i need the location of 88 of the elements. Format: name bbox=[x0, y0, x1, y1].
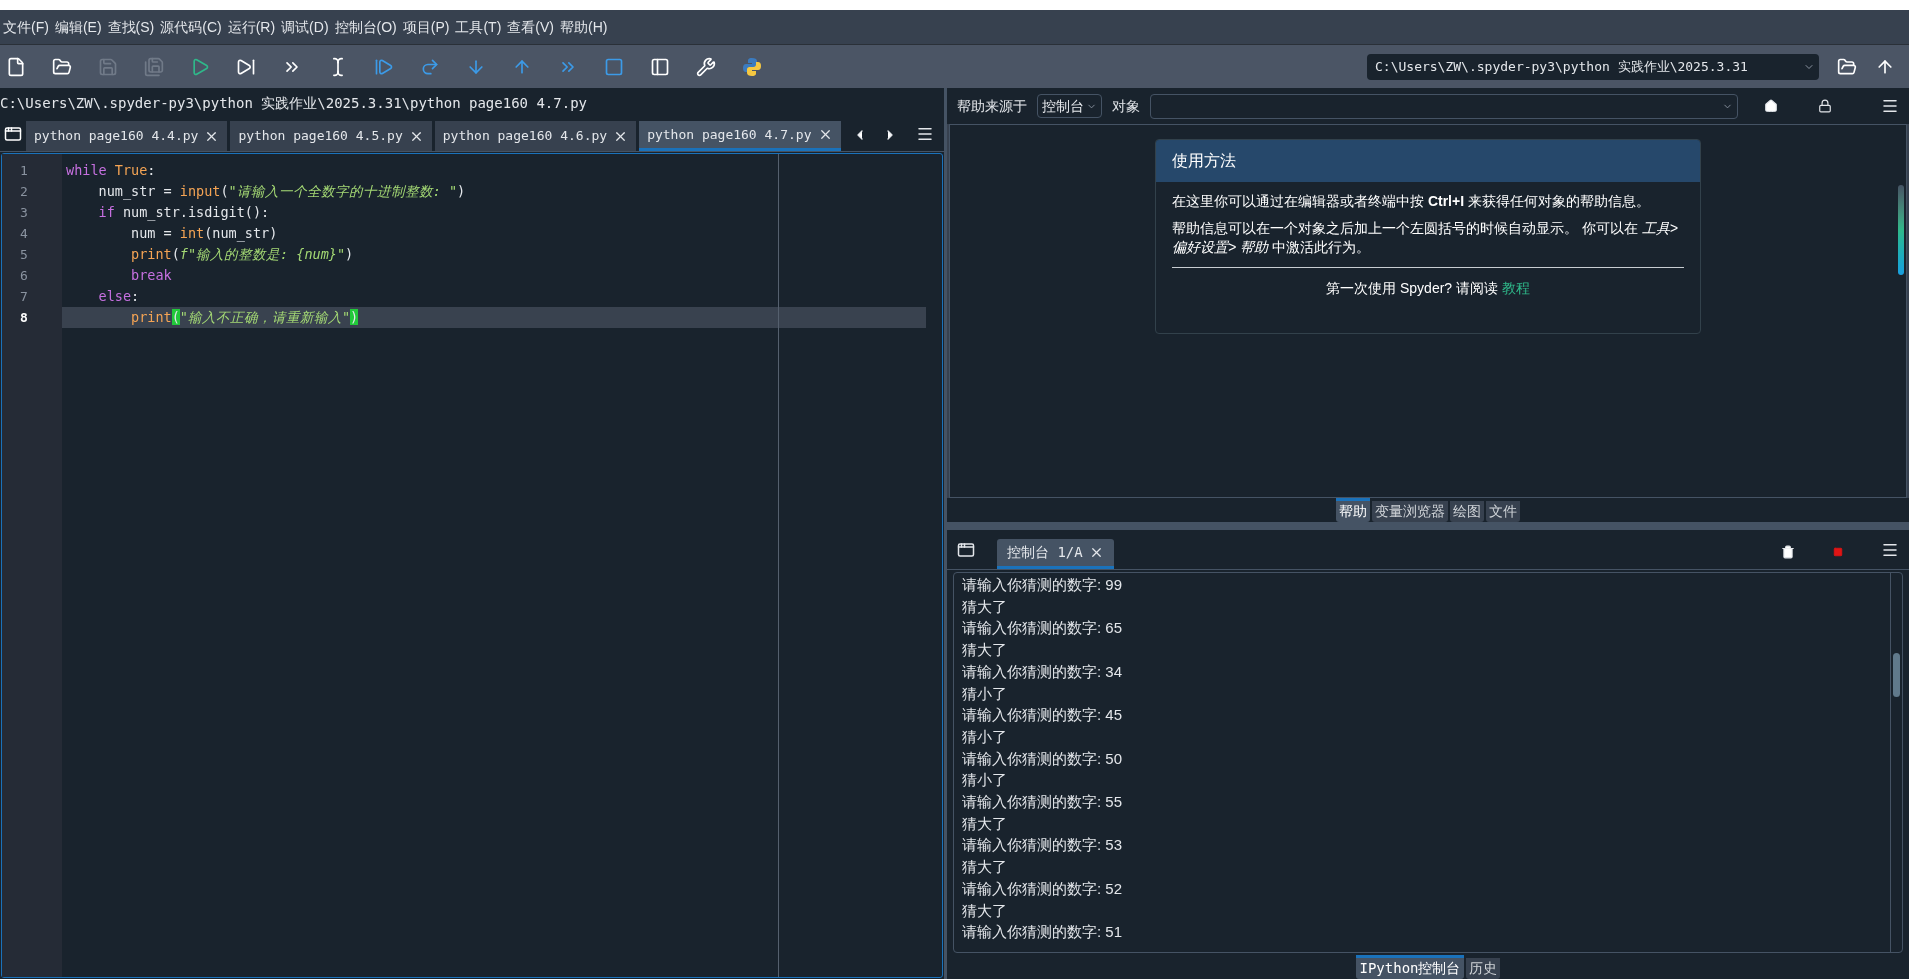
menu-item[interactable]: 项目(P) bbox=[399, 16, 453, 38]
menu-item[interactable]: 帮助(H) bbox=[557, 16, 611, 38]
browse-tabs-icon[interactable] bbox=[957, 541, 975, 559]
line-number: 8 bbox=[19, 309, 29, 327]
file-tab[interactable]: python page160 4.7.py bbox=[639, 121, 841, 151]
menu-item[interactable]: 运行(R) bbox=[224, 16, 279, 38]
menu-item[interactable]: 查找(S) bbox=[104, 16, 158, 38]
tutorial-prompt: 第一次使用 Spyder? 请阅读 bbox=[1326, 280, 1499, 296]
code-line: break bbox=[130, 266, 173, 285]
file-tab[interactable]: python page160 4.4.py bbox=[26, 121, 228, 151]
folder-icon[interactable] bbox=[52, 56, 72, 77]
console-line: 猜小了 bbox=[962, 683, 1008, 704]
menu-item[interactable]: 编辑(E) bbox=[51, 16, 105, 38]
line-number: 6 bbox=[19, 267, 29, 285]
console-line: 请输入你猜测的数字: 45 bbox=[962, 705, 1124, 726]
help-source-label: 帮助来源于 bbox=[957, 96, 1027, 116]
code-editor[interactable]: 1 2 3 4 5 6 7 8 while True: num_str = input("请输入一个全数字的十进制整数: ") if num_str.isdigit(): num = int(num_str) print(f"输入的整数是: {num}") break else: print("输入不正确，请重新输入") bbox=[1, 153, 943, 978]
line-number: 2 bbox=[19, 183, 29, 201]
python-logo-icon[interactable] bbox=[742, 56, 762, 77]
scrollbar[interactable] bbox=[1890, 573, 1902, 952]
source-dropdown[interactable]: 控制台 bbox=[1037, 94, 1102, 118]
code-line: num_str = input("请输入一个全数字的十进制整数: ") bbox=[97, 182, 467, 202]
code-line: else: bbox=[97, 287, 141, 306]
console-line: 猜小了 bbox=[962, 770, 1008, 791]
pane-icon[interactable] bbox=[650, 56, 670, 77]
tutorial-link[interactable]: 教程 bbox=[1501, 280, 1530, 296]
console-line: 请输入你猜测的数字: 50 bbox=[962, 748, 1124, 769]
menu-icon[interactable] bbox=[1881, 541, 1899, 559]
help-paragraph: 在这里你可以通过在编辑器或者终端中按 Ctrl+I 来获得任何对象的帮助信息。 bbox=[1172, 192, 1651, 211]
console-output[interactable]: 请输入你猜测的数字: 99 猜大了 请输入你猜测的数字: 65 猜大了 请输入你猜测的数字: 34 猜小了 请输入你猜测的数字: 45 猜小了 请输入你猜测的数字: 50 猜小了 请输入你猜测的数字: 55 猜大了 请输入你猜测的数字: 53 猜大了 请输入你猜测的数字: 52 猜大了 请输入你猜测的数字: 51 bbox=[953, 572, 1903, 953]
memory-gauge-icon bbox=[1898, 185, 1904, 275]
console-tab[interactable]: 控制台 1/A bbox=[997, 539, 1114, 569]
pane-tab[interactable]: 文件 bbox=[1486, 501, 1520, 522]
debug-icon[interactable] bbox=[374, 56, 394, 77]
line-number: 5 bbox=[19, 246, 29, 264]
menu-item[interactable]: 查看(V) bbox=[504, 16, 557, 38]
pane-tab[interactable]: IPython控制台 bbox=[1356, 955, 1464, 979]
console-line: 猜小了 bbox=[962, 726, 1008, 747]
menu-item[interactable]: 工具(T) bbox=[452, 16, 505, 38]
console-line: 猜大了 bbox=[962, 857, 1008, 878]
code-line: print(f"输入的整数是: {num}") bbox=[130, 245, 355, 264]
console-line: 请输入你猜测的数字: 53 bbox=[962, 835, 1124, 856]
home-icon[interactable] bbox=[1764, 99, 1778, 113]
menu-item[interactable]: 源代码(C) bbox=[157, 16, 225, 38]
file-path: C:\Users\ZW\.spyder-py3\python 实践作业\2025.3.31\python page160 4.7.py bbox=[0, 93, 588, 113]
pane-tab[interactable]: 帮助 bbox=[1336, 498, 1370, 522]
object-field[interactable] bbox=[1150, 93, 1738, 119]
pane-tab[interactable]: 历史 bbox=[1465, 958, 1500, 979]
menu-item[interactable]: 文件(F) bbox=[0, 16, 52, 38]
trash-icon[interactable] bbox=[1781, 545, 1795, 559]
browse-tabs-icon[interactable] bbox=[4, 125, 22, 143]
file-icon[interactable] bbox=[6, 56, 26, 77]
menu-icon[interactable] bbox=[916, 125, 934, 143]
console-line: 请输入你猜测的数字: 51 bbox=[962, 922, 1124, 943]
console-line: 猜大了 bbox=[962, 900, 1008, 921]
lock-icon[interactable] bbox=[1818, 99, 1832, 113]
menu-item[interactable]: 调试(D) bbox=[278, 16, 332, 38]
run-icon[interactable] bbox=[190, 56, 210, 77]
code-line: if num_str.isdigit(): bbox=[97, 203, 271, 223]
file-tab[interactable]: python page160 4.6.py bbox=[434, 121, 637, 151]
step-over-icon[interactable] bbox=[420, 56, 440, 77]
working-directory-field[interactable]: C:\Users\ZW\.spyder-py3\python 实践作业\2025.3.31 bbox=[1367, 53, 1819, 80]
menu-icon[interactable] bbox=[1881, 97, 1899, 115]
menu-item[interactable]: 控制台(O) bbox=[331, 16, 400, 38]
console-line: 猜大了 bbox=[962, 596, 1008, 617]
console-line: 请输入你猜测的数字: 34 bbox=[962, 661, 1124, 682]
help-paragraph: 帮助信息可以在一个对象之后加上一个左圆括号的时候自动显示。 你可以在 工具> 偏好设置> 帮助 中激活此行为。 bbox=[1172, 219, 1679, 257]
object-label: 对象 bbox=[1112, 96, 1140, 116]
line-number: 7 bbox=[19, 288, 29, 306]
console-line: 请输入你猜测的数字: 99 bbox=[962, 575, 1124, 595]
console-line: 请输入你猜测的数字: 55 bbox=[962, 792, 1124, 813]
card-title: 使用方法 bbox=[1156, 140, 1700, 182]
code-line: while True: bbox=[65, 161, 157, 180]
stop-icon[interactable] bbox=[604, 56, 624, 77]
line-number: 4 bbox=[19, 225, 29, 243]
console-line: 请输入你猜测的数字: 52 bbox=[962, 878, 1124, 899]
stop-icon[interactable] bbox=[1833, 547, 1843, 557]
code-line: num = int(num_str) bbox=[130, 224, 279, 244]
file-tab[interactable]: python page160 4.5.py bbox=[230, 121, 432, 151]
pane-tab[interactable]: 变量浏览器 bbox=[1372, 501, 1448, 522]
folder-icon[interactable] bbox=[1837, 56, 1857, 77]
line-number: 3 bbox=[19, 204, 29, 222]
line-number: 1 bbox=[19, 162, 29, 180]
wrench-icon[interactable] bbox=[696, 56, 716, 77]
pane-tab[interactable]: 绘图 bbox=[1450, 501, 1484, 522]
console-line: 请输入你猜测的数字: 65 bbox=[962, 618, 1124, 639]
console-line: 猜大了 bbox=[962, 813, 1008, 834]
console-line: 猜大了 bbox=[962, 640, 1008, 661]
